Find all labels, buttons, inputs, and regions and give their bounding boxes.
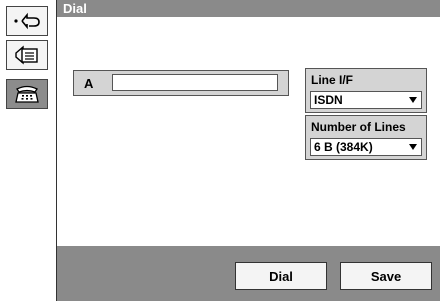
dial-button[interactable]: Dial	[235, 262, 327, 290]
number-of-lines-label: Number of Lines	[311, 120, 406, 134]
back-arrow-icon	[14, 12, 40, 30]
back-button[interactable]	[6, 6, 48, 36]
dial-mode-button[interactable]	[6, 79, 48, 109]
line-if-label: Line I/F	[311, 73, 353, 87]
footer-bar: Dial Save	[57, 246, 440, 301]
address-label: A	[84, 76, 94, 91]
title-bar: Dial	[57, 0, 440, 17]
number-of-lines-value: 6 B (384K)	[314, 140, 373, 154]
address-input[interactable]	[112, 74, 278, 91]
phone-keypad-icon	[15, 85, 39, 103]
save-button[interactable]: Save	[340, 262, 432, 290]
chevron-down-icon	[409, 97, 417, 103]
directory-button[interactable]	[6, 40, 48, 70]
sidebar	[0, 0, 56, 301]
address-row: A	[73, 70, 289, 96]
document-list-icon	[15, 45, 38, 65]
line-if-select[interactable]: ISDN	[310, 91, 422, 109]
number-of-lines-select[interactable]: 6 B (384K)	[310, 138, 422, 156]
line-if-group: Line I/F ISDN	[305, 68, 427, 113]
page-title: Dial	[63, 1, 87, 16]
dial-panel: Dial A Line I/F ISDN Number of Lines 6 B…	[56, 0, 440, 301]
chevron-down-icon	[409, 144, 417, 150]
number-of-lines-group: Number of Lines 6 B (384K)	[305, 115, 427, 160]
line-if-value: ISDN	[314, 93, 343, 107]
content-area: A Line I/F ISDN Number of Lines 6 B (384…	[57, 17, 440, 246]
